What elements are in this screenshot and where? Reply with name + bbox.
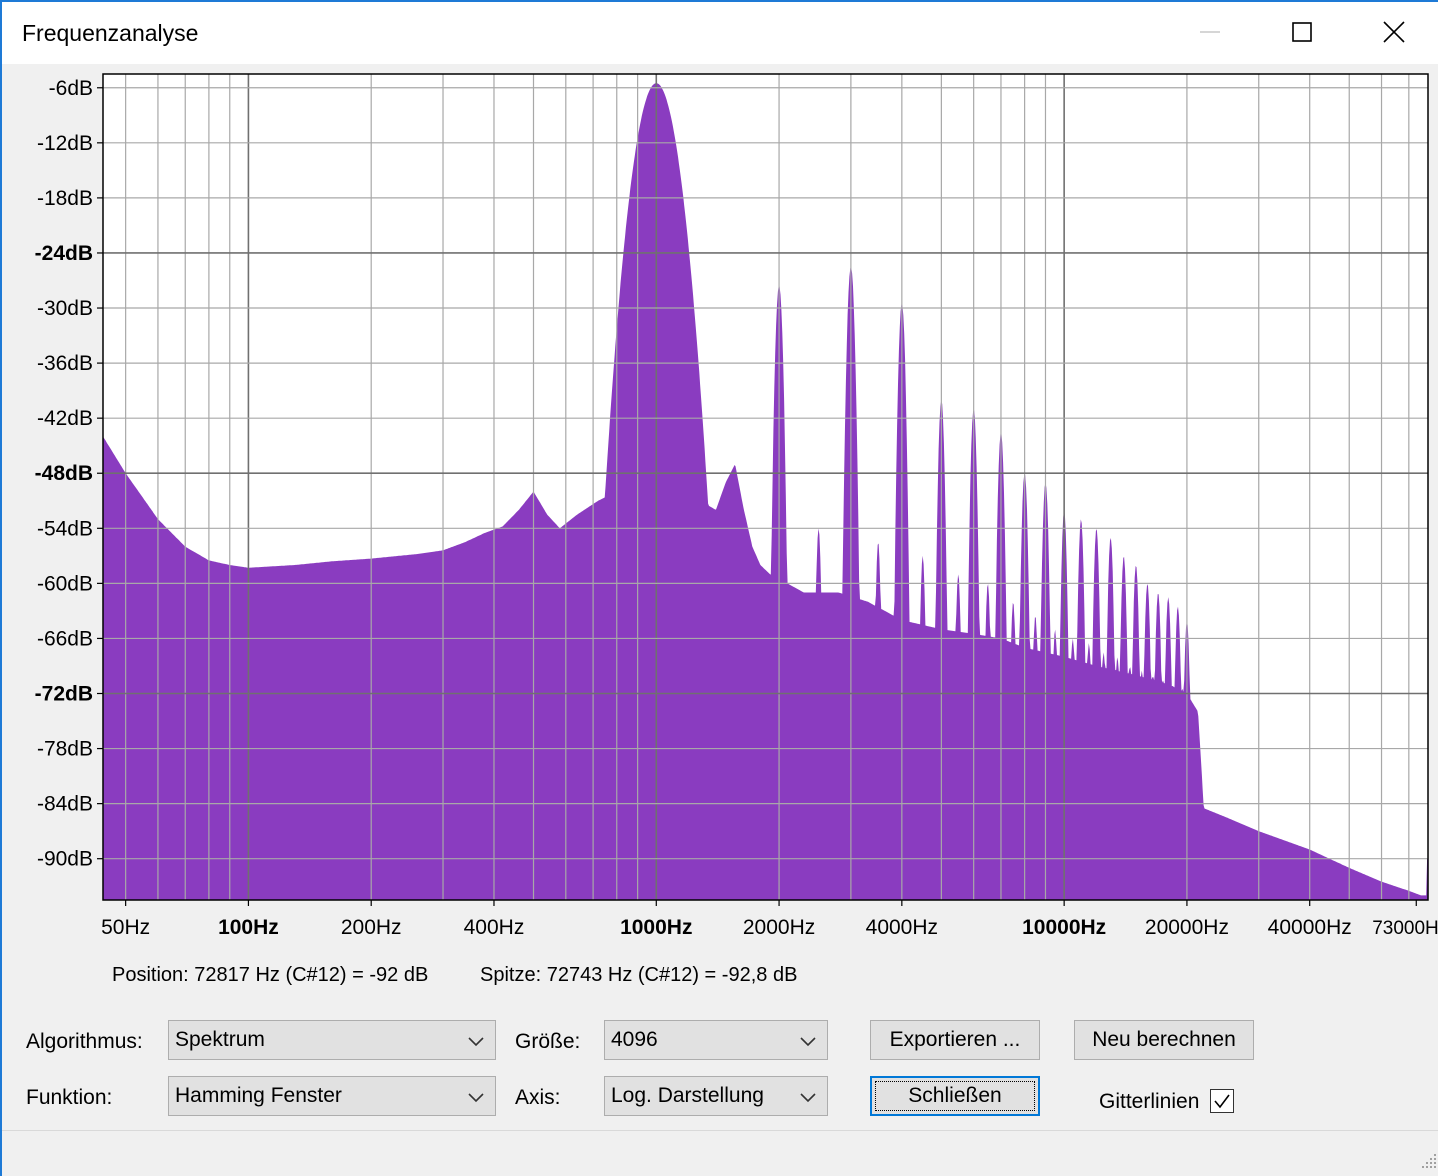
frequency-analysis-window: Frequenzanalyse -6dB -12dB -18dB -24dB -30dB… <box>0 0 1438 1176</box>
y-tick-label: -72dB <box>35 683 93 706</box>
size-select[interactable]: 4096 <box>604 1020 828 1060</box>
size-select-value: 4096 <box>611 1028 658 1051</box>
y-tick-label: -66dB <box>37 627 93 650</box>
close-window-button[interactable] <box>1348 2 1438 62</box>
x-tick-label: 2000Hz <box>743 916 815 939</box>
chevron-down-icon <box>800 1093 816 1103</box>
close-icon <box>1383 21 1405 43</box>
x-tick-label: 100Hz <box>218 916 279 939</box>
y-tick-label: -42dB <box>37 407 93 430</box>
x-tick-label: 200Hz <box>341 916 402 939</box>
axis-select-value: Log. Darstellung <box>611 1084 764 1107</box>
chevron-down-icon <box>800 1037 816 1047</box>
algorithm-select[interactable]: Spektrum <box>168 1020 496 1060</box>
algorithm-select-value: Spektrum <box>175 1028 265 1051</box>
function-select[interactable]: Hamming Fenster <box>168 1076 496 1116</box>
chevron-down-icon <box>468 1037 484 1047</box>
y-tick-label: -12dB <box>37 132 93 155</box>
cursor-position-readout: Position: 72817 Hz (C#12) = -92 dB <box>112 964 429 986</box>
y-tick-label: -48dB <box>35 462 93 485</box>
x-tick-label: 10000Hz <box>1022 916 1106 939</box>
resize-grip-icon[interactable] <box>1422 1154 1438 1170</box>
x-tick-label: 20000Hz <box>1145 916 1229 939</box>
y-tick-label: -84dB <box>37 793 93 816</box>
y-tick-label: -60dB <box>37 572 93 595</box>
title-bar: Frequenzanalyse <box>2 2 1438 64</box>
size-label: Größe: <box>515 1030 581 1053</box>
y-tick-label: -36dB <box>37 352 93 375</box>
y-tick-label: -18dB <box>37 187 93 210</box>
maximize-button[interactable] <box>1256 2 1348 62</box>
x-tick-label: 50Hz <box>101 916 150 939</box>
axis-select[interactable]: Log. Darstellung <box>604 1076 828 1116</box>
gridlines-checkbox[interactable] <box>1210 1089 1234 1113</box>
y-tick-label: -6dB <box>49 77 93 100</box>
axis-label: Axis: <box>515 1086 561 1109</box>
close-button[interactable]: Schließen <box>870 1076 1040 1116</box>
checkmark-icon <box>1214 1094 1230 1109</box>
minimize-button[interactable] <box>1164 2 1256 62</box>
gridlines-label: Gitterlinien <box>1099 1090 1200 1113</box>
function-select-value: Hamming Fenster <box>175 1084 342 1107</box>
y-tick-label: -30dB <box>37 297 93 320</box>
x-tick-label: 400Hz <box>464 916 525 939</box>
window-title: Frequenzanalyse <box>22 20 199 46</box>
x-tick-label: 40000Hz <box>1268 916 1352 939</box>
algorithm-label: Algorithmus: <box>26 1030 143 1053</box>
x-tick-label: 73000Hz <box>1372 918 1438 939</box>
export-button[interactable]: Exportieren ... <box>870 1020 1040 1060</box>
status-bar-divider <box>2 1130 1438 1131</box>
x-tick-label: 1000Hz <box>620 916 692 939</box>
function-label: Funktion: <box>26 1086 113 1109</box>
chevron-down-icon <box>468 1093 484 1103</box>
peak-readout: Spitze: 72743 Hz (C#12) = -92,8 dB <box>480 964 798 986</box>
y-tick-label: -90dB <box>37 848 93 871</box>
y-tick-label: -78dB <box>37 738 93 761</box>
focus-rectangle <box>875 1081 1035 1111</box>
y-tick-label: -54dB <box>37 517 93 540</box>
recalculate-button[interactable]: Neu berechnen <box>1074 1020 1254 1060</box>
spectrum-chart[interactable]: -6dB -12dB -18dB -24dB -30dB -36dB -42dB -48dB -… <box>2 64 1438 964</box>
minimize-icon <box>1200 31 1220 33</box>
x-tick-label: 4000Hz <box>866 916 938 939</box>
maximize-icon <box>1292 22 1312 42</box>
y-tick-label: -24dB <box>35 242 93 265</box>
